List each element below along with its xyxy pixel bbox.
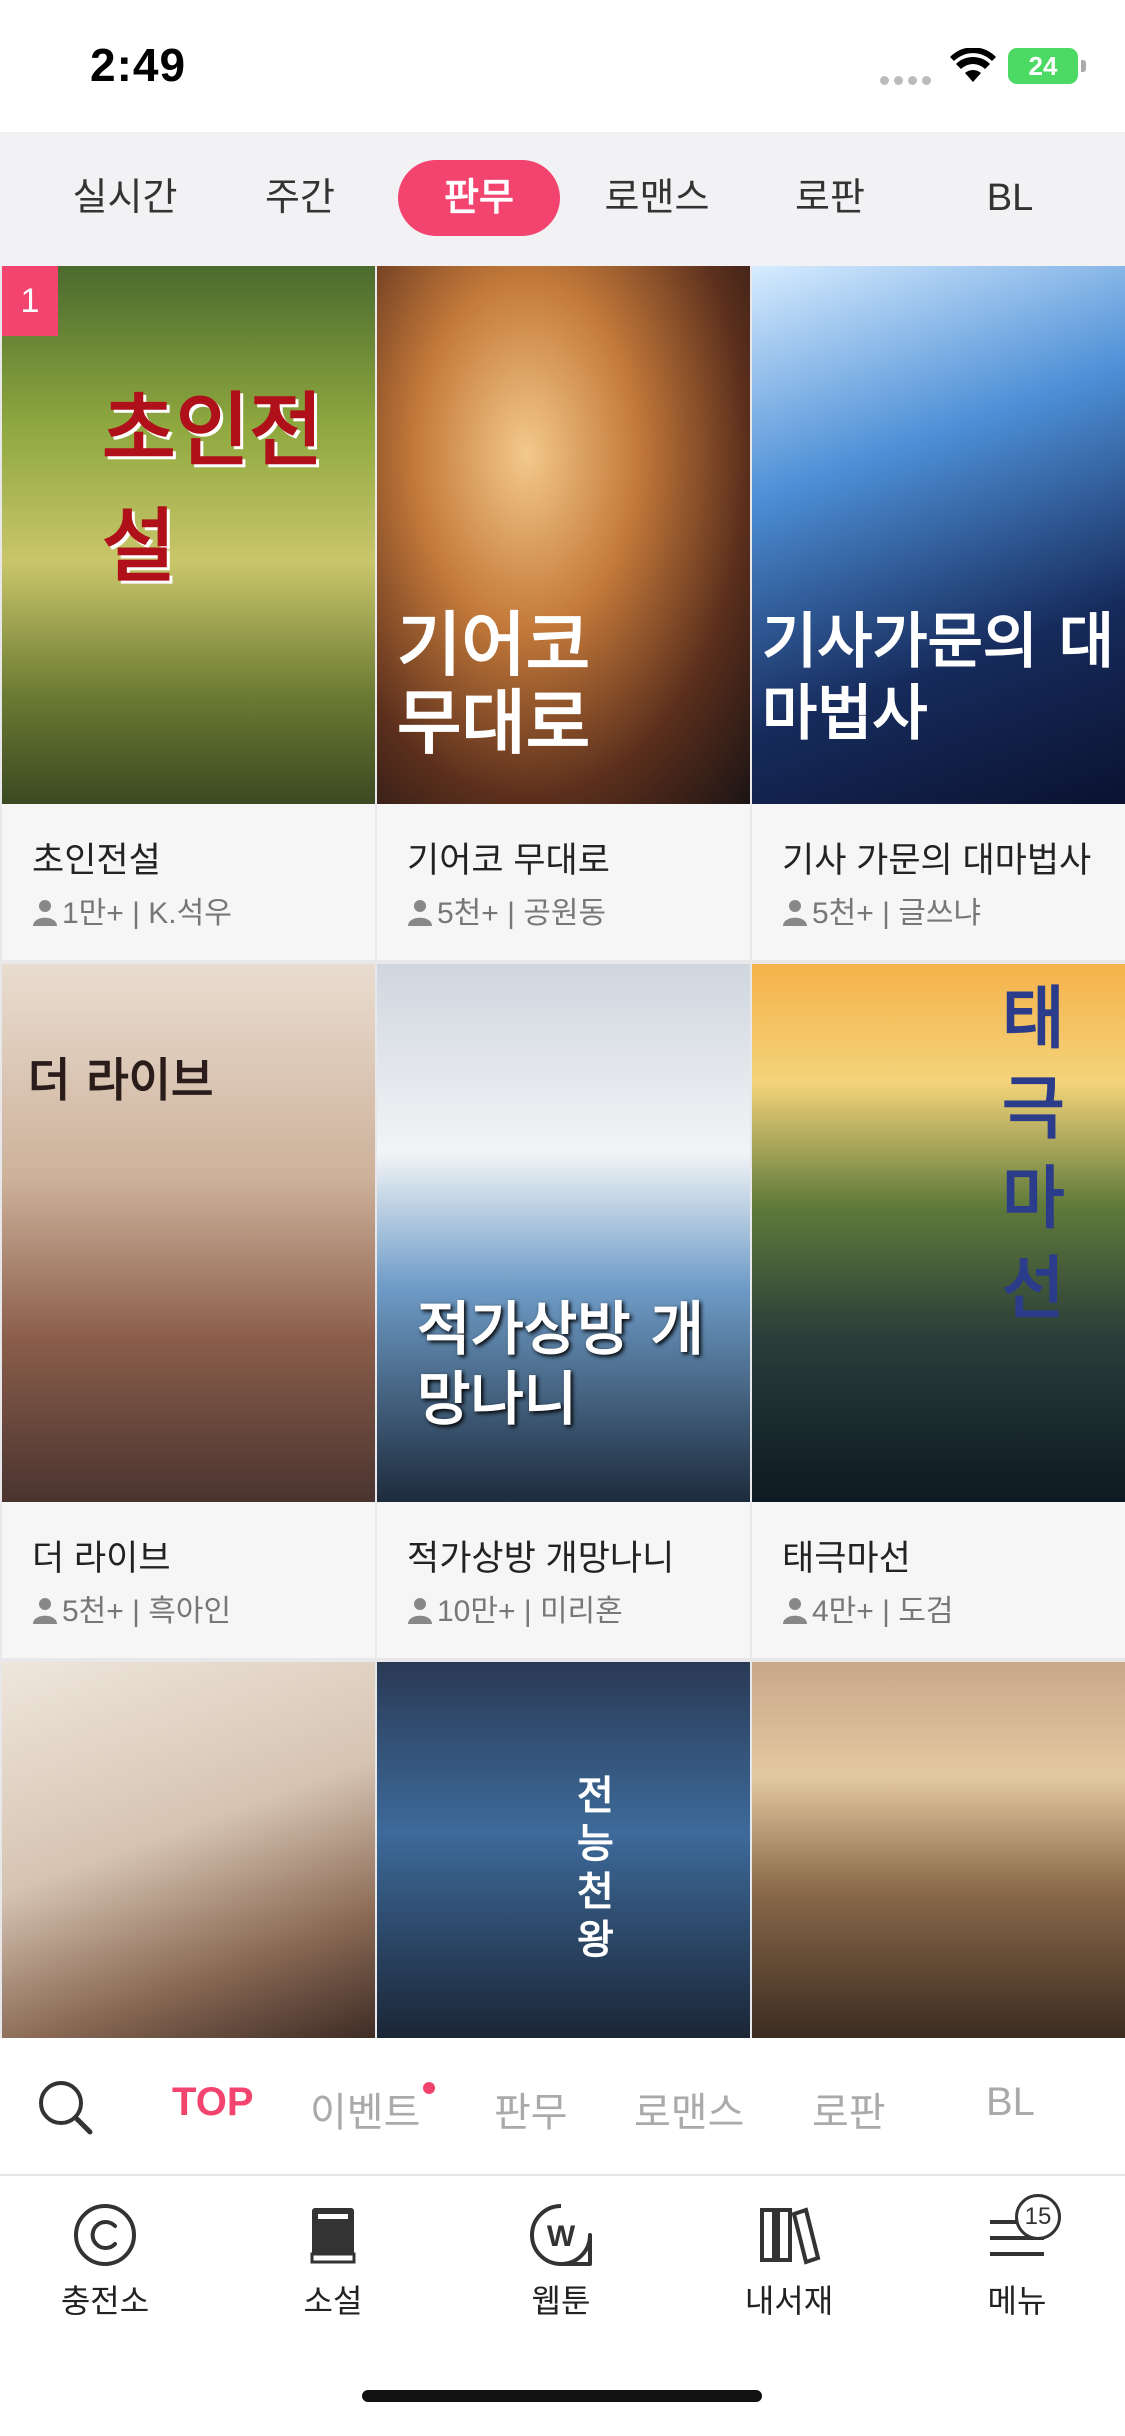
tab-bl[interactable]: BL [940, 160, 1080, 236]
person-icon [408, 900, 432, 926]
person-icon [33, 900, 57, 926]
book-cover: 기어코 무대로 [377, 266, 750, 804]
search-icon[interactable] [36, 2078, 94, 2136]
book-meta: 5천+ | 흑아인 [32, 1586, 231, 1630]
tab-romance-fantasy[interactable]: 로판 [760, 160, 900, 236]
book-card[interactable]: 기사가문의 대마법사 기사 가문의 대마법사 5천+ | 글쓰냐 [752, 266, 1125, 960]
book-meta: 5천+ | 공원동 [407, 888, 606, 932]
tab-realtime[interactable]: 실시간 [50, 160, 200, 236]
tab-weekly[interactable]: 주간 [230, 160, 370, 236]
book-card[interactable] [2, 1662, 375, 2038]
book-title: 초인전설 [32, 841, 161, 880]
book-cover: 태극마선 [752, 964, 1125, 1502]
book-cover: 초인전설 [2, 266, 375, 804]
book-card[interactable]: 전능천왕 [377, 1662, 750, 2038]
subnav-fantasy[interactable]: 판무 [494, 2080, 568, 2138]
coin-c-icon [74, 2204, 136, 2266]
subnav-bl[interactable]: BL [986, 2080, 1035, 2125]
home-indicator [362, 2390, 762, 2402]
tab-romance[interactable]: 로맨스 [582, 160, 732, 236]
book-meta: 4만+ | 도검 [782, 1586, 953, 1630]
book-card[interactable] [752, 1662, 1125, 2038]
status-bar: 2:49 24 [0, 0, 1125, 132]
book-grid: 초인전설 1 초인전설 1만+ | K.석우 기어코 무대로 기어코 무대로 5… [0, 266, 1125, 2038]
book-cover: 기사가문의 대마법사 [752, 266, 1125, 804]
battery-icon: 24 [1008, 48, 1086, 84]
tab-webtoon[interactable]: W 웹툰 [481, 2200, 641, 2322]
person-icon [33, 1598, 57, 1624]
subnav-romance-fantasy[interactable]: 로판 [812, 2080, 886, 2138]
book-card[interactable]: 적가상방 개망나니 적가상방 개망나니 10만+ | 미리혼 [377, 964, 750, 1658]
book-card[interactable]: 태극마선 태극마선 4만+ | 도검 [752, 964, 1125, 1658]
book-cover: 전능천왕 [377, 1662, 750, 2038]
tab-menu[interactable]: 15 메뉴 [937, 2194, 1097, 2322]
category-tabs: 실시간 주간 판무 로맨스 로판 BL [0, 132, 1125, 266]
book-title: 적가상방 개망나니 [407, 1539, 675, 1578]
book-card[interactable]: 초인전설 1 초인전설 1만+ | K.석우 [2, 266, 375, 960]
book-meta: 10만+ | 미리혼 [407, 1586, 623, 1630]
webtoon-w-icon: W [530, 2204, 592, 2266]
book-card[interactable]: 더 라이브 더 라이브 5천+ | 흑아인 [2, 964, 375, 1658]
new-dot [423, 2082, 435, 2094]
book-title: 기어코 무대로 [407, 841, 610, 880]
status-time: 2:49 [90, 39, 187, 91]
tab-charge[interactable]: 충전소 [25, 2200, 185, 2322]
book-title: 기사 가문의 대마법사 [782, 841, 1092, 880]
person-icon [783, 1598, 807, 1624]
wifi-icon [950, 48, 996, 82]
book-cover: 적가상방 개망나니 [377, 964, 750, 1502]
tab-library[interactable]: 내서재 [709, 2200, 869, 2322]
book-title: 더 라이브 [32, 1539, 171, 1578]
book-cover [2, 1662, 375, 2038]
rank-badge: 1 [2, 266, 58, 336]
book-meta: 1만+ | K.석우 [32, 888, 232, 932]
subnav-top[interactable]: TOP [172, 2080, 254, 2125]
tab-novel[interactable]: 소설 [253, 2200, 413, 2322]
book-card[interactable]: 기어코 무대로 기어코 무대로 5천+ | 공원동 [377, 266, 750, 960]
tab-fantasy[interactable]: 판무 [398, 160, 560, 236]
subnav-event[interactable]: 이벤트 [310, 2080, 420, 2138]
book-cover: 더 라이브 [2, 964, 375, 1502]
book-meta: 5천+ | 글쓰냐 [782, 888, 981, 932]
library-icon [760, 2207, 821, 2265]
menu-badge: 15 [1015, 2194, 1061, 2240]
book-title: 태극마선 [782, 1539, 911, 1578]
genre-subnav: TOP 이벤트 판무 로맨스 로판 BL [0, 2038, 1125, 2176]
book-cover [752, 1662, 1125, 2038]
person-icon [408, 1598, 432, 1624]
signal-dots-icon [880, 72, 936, 90]
svg-text:W: W [547, 2220, 576, 2253]
person-icon [783, 900, 807, 926]
subnav-romance[interactable]: 로맨스 [634, 2080, 744, 2138]
book-icon [310, 2208, 356, 2264]
